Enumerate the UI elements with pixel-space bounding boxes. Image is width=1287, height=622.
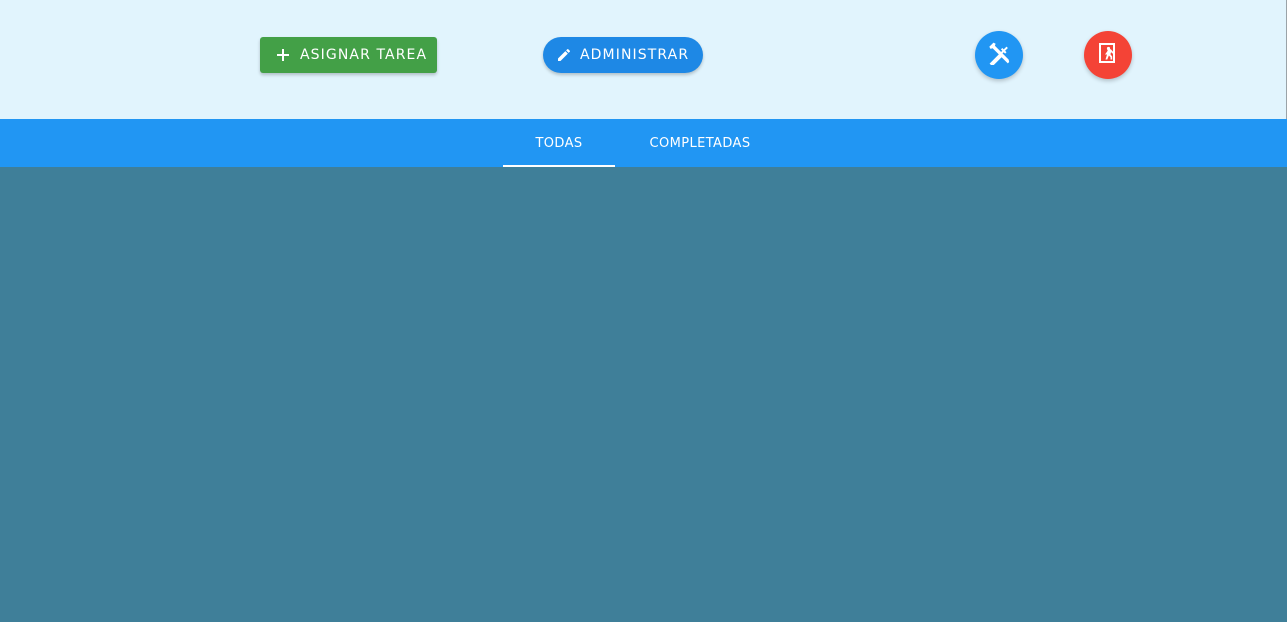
exit-door-icon (1096, 41, 1120, 69)
tools-icon (987, 41, 1011, 69)
administer-button[interactable]: ADMINISTRAR (543, 37, 703, 73)
top-toolbar: ASIGNAR TAREA ADMINISTRAR (0, 0, 1287, 119)
tools-button[interactable] (975, 31, 1023, 79)
administer-label: ADMINISTRAR (580, 47, 690, 63)
exit-button[interactable] (1084, 31, 1132, 79)
assign-task-label: ASIGNAR TAREA (300, 47, 428, 63)
plus-icon (275, 47, 291, 63)
tab-completadas[interactable]: COMPLETADAS (615, 119, 785, 167)
tab-todas[interactable]: TODAS (503, 119, 615, 167)
pencil-icon (556, 47, 572, 63)
task-list-area (0, 167, 1287, 622)
tab-completadas-label: COMPLETADAS (649, 135, 751, 151)
app-page: ASIGNAR TAREA ADMINISTRAR TODAS COMPLETA… (0, 0, 1287, 622)
assign-task-button[interactable]: ASIGNAR TAREA (260, 37, 437, 73)
tab-bar: TODAS COMPLETADAS (0, 119, 1287, 167)
tab-todas-label: TODAS (535, 135, 583, 151)
